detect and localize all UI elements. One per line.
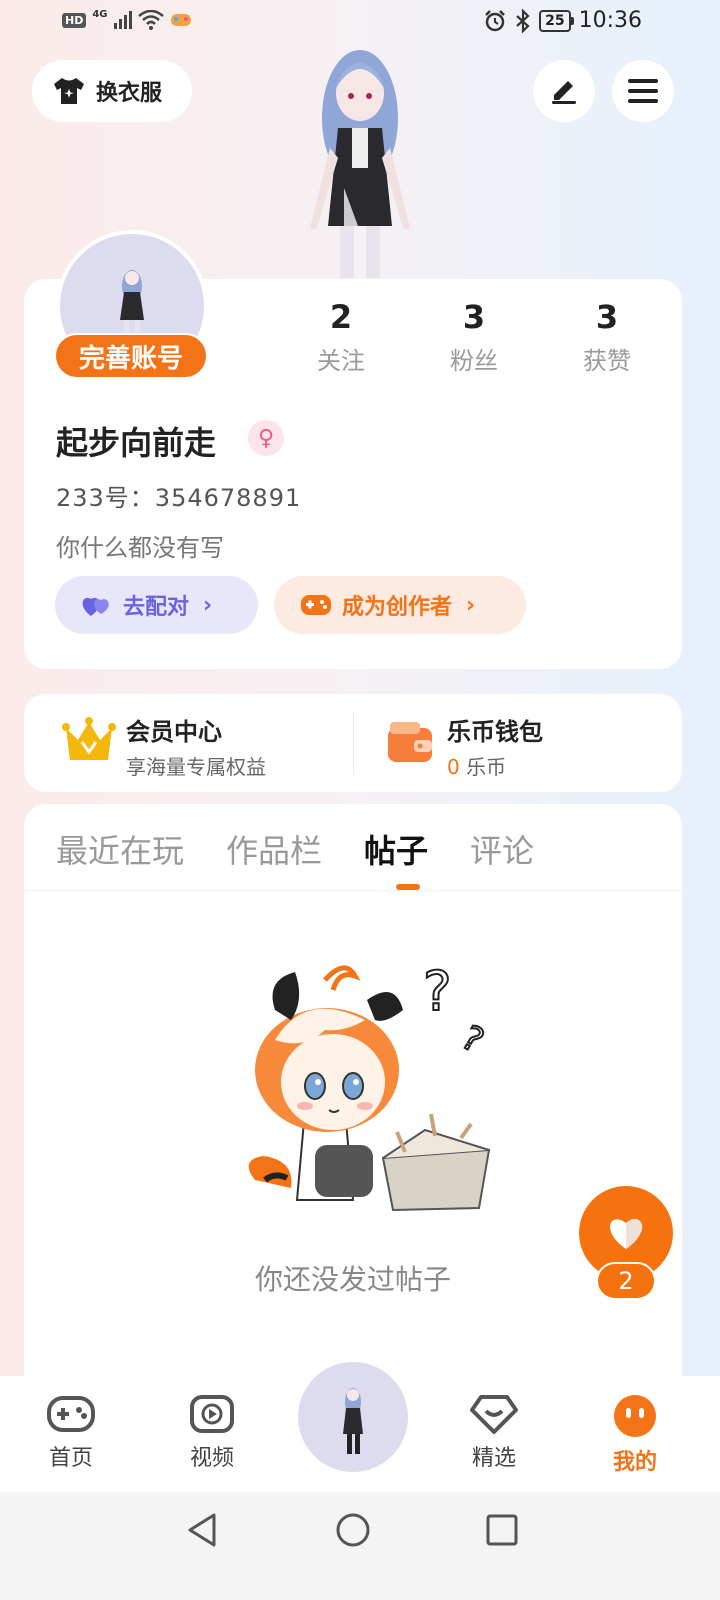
match-label: 去配对	[123, 595, 190, 620]
stat-likes-label: 获赞	[583, 347, 631, 375]
wardrobe-label: 换衣服	[96, 81, 163, 106]
signal-icon	[113, 11, 132, 29]
member-center-subtitle: 享海量专属权益	[126, 755, 266, 779]
member-center-text[interactable]: 会员中心 享海量专属权益	[126, 712, 266, 780]
empty-state-illustration: ? ?	[235, 959, 495, 1220]
svg-text:?: ?	[423, 960, 452, 1023]
user-id: 233号：354678891	[56, 484, 302, 512]
nav-center-avatar[interactable]	[298, 1362, 408, 1472]
like-count-badge: 2	[596, 1262, 656, 1300]
nav-featured-label: 精选	[471, 1446, 516, 1471]
edit-profile-button[interactable]	[533, 60, 595, 122]
bluetooth-icon	[516, 8, 530, 33]
video-play-icon	[190, 1395, 234, 1433]
network-type: 4G	[92, 8, 108, 20]
stat-fans-label: 粉丝	[450, 347, 498, 375]
heart-box-icon	[470, 1395, 518, 1434]
tabs-divider	[24, 890, 682, 891]
wifi-icon	[137, 10, 164, 30]
wallet-title: 乐币钱包	[447, 718, 543, 746]
stat-following-label: 关注	[317, 347, 365, 375]
gamepad-icon	[47, 1396, 95, 1432]
complete-account-badge[interactable]: 完善账号	[54, 333, 208, 379]
stat-following[interactable]: 2 关注	[291, 295, 391, 376]
female-gender-icon: ♀	[248, 420, 284, 456]
chevron-right-icon: ›	[203, 592, 213, 618]
svg-text:?: ?	[455, 1018, 491, 1062]
stat-following-value: 2	[329, 298, 353, 336]
wallet-icon	[388, 722, 432, 762]
wallet-entry[interactable]	[386, 720, 434, 768]
member-center-entry[interactable]	[62, 716, 116, 770]
back-icon[interactable]	[180, 1508, 224, 1552]
creator-label: 成为创作者	[342, 595, 453, 620]
recents-icon[interactable]	[480, 1508, 524, 1552]
wallet-unit: 乐币	[466, 755, 507, 779]
double-heart-icon	[82, 597, 109, 616]
face-icon	[614, 1395, 656, 1437]
battery-indicator: 25	[539, 9, 575, 32]
home-icon[interactable]	[331, 1508, 375, 1552]
tab-comments[interactable]: 评论	[470, 826, 534, 872]
crown-icon	[62, 717, 116, 760]
user-bio: 你什么都没有写	[56, 534, 224, 562]
wallet-amount: 0	[447, 755, 460, 779]
alarm-icon	[485, 9, 505, 31]
hamburger-icon	[628, 79, 658, 103]
nav-featured[interactable]: 精选	[444, 1394, 544, 1472]
nav-video[interactable]: 视频	[162, 1394, 262, 1472]
gamepad-icon	[301, 595, 331, 615]
wallet-text[interactable]: 乐币钱包 0 乐币	[447, 712, 543, 780]
pen-icon	[552, 81, 576, 104]
wardrobe-button[interactable]: 换衣服	[32, 60, 192, 122]
status-right: 25 10:36	[483, 8, 642, 33]
stat-fans-value: 3	[462, 298, 486, 336]
heart-icon	[610, 1218, 643, 1249]
avatar-figure[interactable]	[300, 48, 420, 280]
wallet-balance: 0 乐币	[447, 751, 543, 780]
stat-fans[interactable]: 3 粉丝	[424, 295, 524, 376]
chevron-right-icon: ›	[466, 592, 476, 618]
stat-likes[interactable]: 3 获赞	[557, 295, 657, 376]
profile-tabs: 最近在玩 作品栏 帖子 评论	[56, 826, 534, 872]
clock: 10:36	[578, 8, 642, 33]
hd-badge: HD	[62, 12, 87, 28]
tshirt-icon	[54, 78, 84, 104]
nav-home[interactable]: 首页	[21, 1394, 121, 1472]
nav-me[interactable]: 我的	[585, 1394, 685, 1476]
menu-button[interactable]	[612, 60, 674, 122]
nav-home-label: 首页	[48, 1446, 93, 1471]
game-app-icon	[170, 14, 191, 26]
nav-me-label: 我的	[612, 1450, 657, 1475]
match-button[interactable]: 去配对 ›	[55, 576, 258, 634]
member-center-title: 会员中心	[126, 718, 222, 746]
tab-works[interactable]: 作品栏	[226, 826, 322, 872]
username: 起步向前走	[56, 424, 217, 462]
become-creator-button[interactable]: 成为创作者 ›	[274, 576, 526, 634]
status-left: HD 4G	[62, 8, 192, 30]
divider	[353, 711, 354, 775]
nav-video-label: 视频	[189, 1446, 234, 1471]
tab-posts[interactable]: 帖子	[364, 826, 428, 872]
tab-recent-play[interactable]: 最近在玩	[56, 826, 184, 872]
stat-likes-value: 3	[595, 298, 619, 336]
empty-state-text: 你还没发过帖子	[254, 1263, 451, 1296]
